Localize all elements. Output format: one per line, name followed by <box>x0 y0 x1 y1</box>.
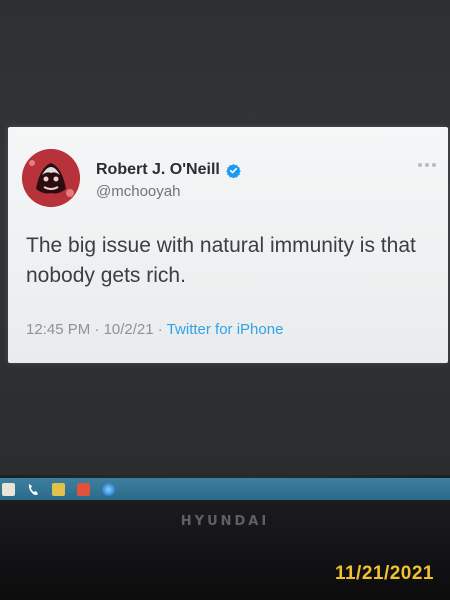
monitor-brand-logo: HYUNDAI <box>180 514 270 529</box>
folder-icon[interactable] <box>52 482 65 496</box>
author-row: Robert J. O'Neill <box>96 161 241 179</box>
profile-avatar[interactable] <box>22 149 80 207</box>
verified-badge-icon <box>226 163 241 178</box>
tweet-meta: 12:45 PM · 10/2/21 · Twitter for iPhone <box>26 321 283 338</box>
meta-separator: · <box>157 321 163 338</box>
browser-icon[interactable] <box>102 482 115 496</box>
start-icon[interactable] <box>2 482 15 496</box>
tweet-text: The big issue with natural immunity is t… <box>26 234 416 287</box>
tweet-date[interactable]: 10/2/21 <box>104 321 154 338</box>
phone-icon[interactable] <box>27 483 40 496</box>
office-icon[interactable] <box>77 482 90 496</box>
tweet-time[interactable]: 12:45 PM <box>26 321 90 338</box>
more-options-icon[interactable] <box>418 163 436 169</box>
meta-separator: · <box>94 321 100 338</box>
tweet-card[interactable]: Robert J. O'Neill @mchooyah The big issu… <box>8 127 448 363</box>
author-handle[interactable]: @mchooyah <box>96 183 180 200</box>
author-name[interactable]: Robert J. O'Neill <box>96 161 220 179</box>
photo-date-stamp: 11/21/2021 <box>334 563 434 584</box>
tweet-source-link[interactable]: Twitter for iPhone <box>167 321 284 338</box>
taskbar <box>0 478 450 500</box>
